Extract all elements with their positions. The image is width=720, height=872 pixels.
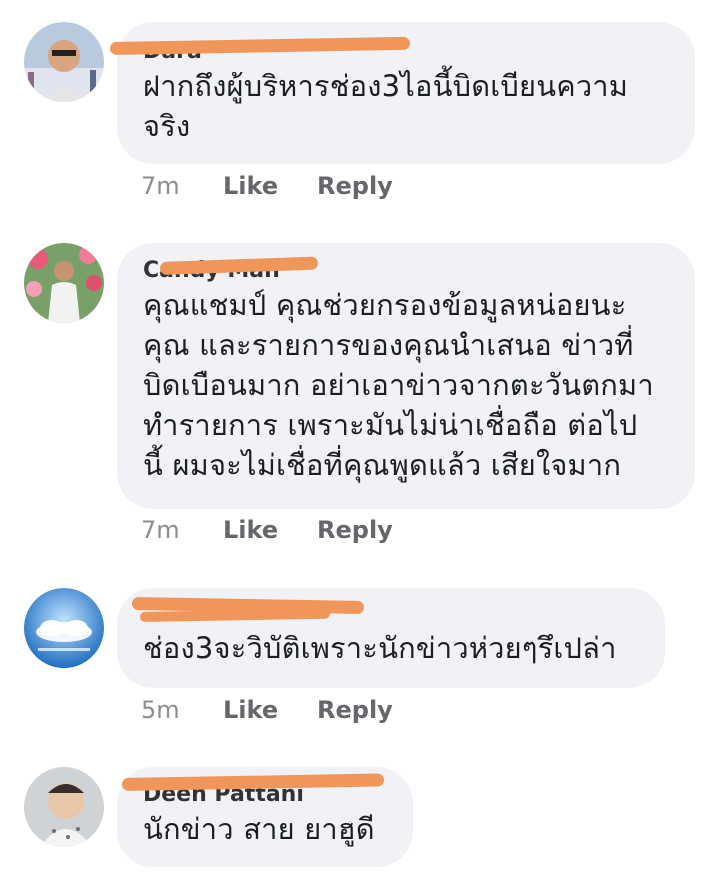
avatar[interactable] <box>24 767 104 847</box>
like-button[interactable]: Like <box>223 693 278 727</box>
comment-text: คุณแชมป์ คุณช่วยกรองข้อมูลหน่อยนะ คุณ แล… <box>143 288 654 482</box>
comment-timestamp: 5m <box>141 696 180 724</box>
comment-text: ช่อง3จะวิบัติเพราะนักข่าวห่วยๆรึเปล่า <box>143 631 617 665</box>
comment-timestamp: 7m <box>141 516 180 544</box>
avatar[interactable] <box>24 243 104 323</box>
comment-text: ฝากถึงผู้บริหารช่อง3ไอนี้บิดเบียนความ จร… <box>143 69 629 143</box>
avatar[interactable] <box>24 22 104 102</box>
like-button[interactable]: Like <box>223 513 278 547</box>
avatar[interactable] <box>24 588 104 668</box>
reply-button[interactable]: Reply <box>317 693 393 727</box>
reply-button[interactable]: Reply <box>317 513 393 547</box>
comment-bubble: Candy Man คุณแชมป์ คุณช่วยกรองข้อมูลหน่อ… <box>117 243 695 509</box>
reply-button[interactable]: Reply <box>317 169 393 203</box>
comment-timestamp: 7m <box>141 172 180 200</box>
like-button[interactable]: Like <box>223 169 278 203</box>
comment-text: นักข่าว สาย ยาฮูดี <box>143 812 375 846</box>
